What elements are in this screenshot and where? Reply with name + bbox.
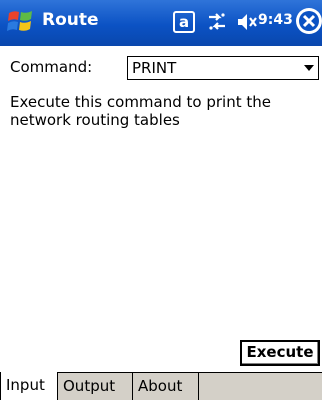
execute-button[interactable]: Execute: [240, 340, 320, 366]
connectivity-icon[interactable]: [205, 9, 229, 35]
command-label: Command:: [10, 58, 93, 76]
tab-input[interactable]: Input: [0, 372, 58, 400]
command-select[interactable]: PRINT: [127, 56, 319, 80]
command-description: Execute this command to print the networ…: [10, 93, 271, 129]
close-icon: [297, 9, 321, 33]
command-select-value: PRINT: [132, 59, 177, 77]
chevron-down-icon: [304, 65, 314, 71]
title-bar: Route a 9:43: [0, 0, 322, 46]
window-title: Route: [42, 10, 99, 30]
tab-output[interactable]: Output: [58, 373, 133, 400]
input-mode-a-indicator[interactable]: a: [173, 11, 195, 33]
clock-time[interactable]: 9:43: [258, 12, 293, 28]
tab-about[interactable]: About: [133, 373, 199, 400]
tab-bar: Input Output About: [0, 372, 322, 400]
close-button[interactable]: [296, 8, 322, 34]
windows-start-icon[interactable]: [6, 7, 36, 37]
